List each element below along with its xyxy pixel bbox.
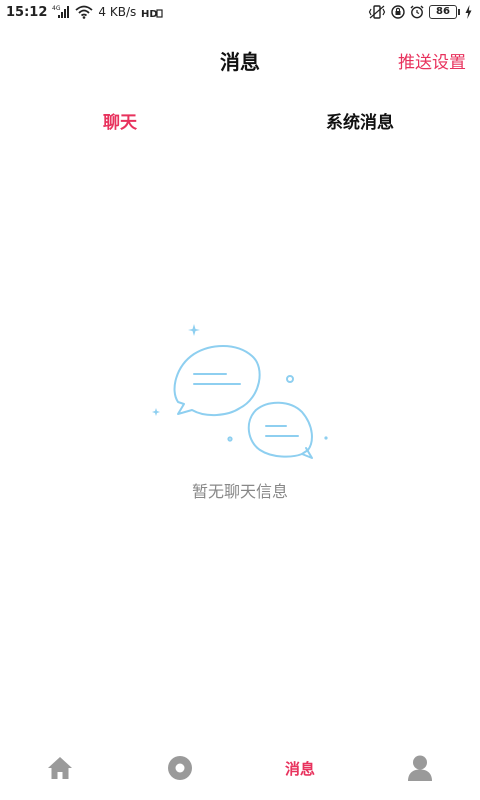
rotation-lock-icon bbox=[391, 5, 405, 19]
nav-messages[interactable]: 消息 bbox=[270, 740, 330, 796]
bottom-nav: 消息 bbox=[0, 740, 480, 800]
empty-state: 暂无聊天信息 bbox=[0, 318, 480, 508]
nav-home[interactable] bbox=[30, 740, 90, 796]
chat-bubbles-icon bbox=[148, 318, 332, 472]
cell-signal-icon: 4G bbox=[52, 5, 70, 19]
hd-icon: HD bbox=[141, 5, 163, 19]
status-left: 15:12 4G 4 KB/s HD bbox=[6, 5, 163, 20]
battery-icon: 86 bbox=[429, 5, 460, 19]
header: 消息 推送设置 bbox=[0, 24, 480, 92]
status-right: 86 bbox=[368, 5, 472, 19]
network-speed: 4 KB/s bbox=[98, 5, 137, 19]
nav-profile[interactable] bbox=[390, 740, 450, 796]
network-type-label: 4G bbox=[52, 5, 61, 12]
status-bar: 15:12 4G 4 KB/s HD 86 bbox=[0, 0, 480, 24]
nav-discover[interactable] bbox=[150, 740, 210, 796]
battery-tip bbox=[458, 9, 460, 15]
empty-state-text: 暂无聊天信息 bbox=[191, 482, 288, 501]
user-icon bbox=[408, 755, 432, 781]
alarm-icon bbox=[410, 5, 424, 19]
nav-messages-label: 消息 bbox=[284, 759, 315, 778]
status-time: 15:12 bbox=[6, 4, 48, 20]
disc-icon bbox=[168, 756, 192, 780]
wifi-icon bbox=[75, 5, 93, 19]
push-settings-button[interactable]: 推送设置 bbox=[398, 48, 466, 73]
tab-chat[interactable]: 聊天 bbox=[0, 108, 240, 133]
hd-label: HD bbox=[141, 9, 158, 19]
tab-bar: 聊天 系统消息 bbox=[0, 100, 480, 140]
battery-level: 86 bbox=[429, 5, 457, 19]
tab-system-messages[interactable]: 系统消息 bbox=[240, 108, 480, 133]
charging-icon bbox=[465, 5, 472, 19]
home-icon bbox=[48, 757, 72, 779]
vibrate-icon bbox=[368, 5, 386, 19]
